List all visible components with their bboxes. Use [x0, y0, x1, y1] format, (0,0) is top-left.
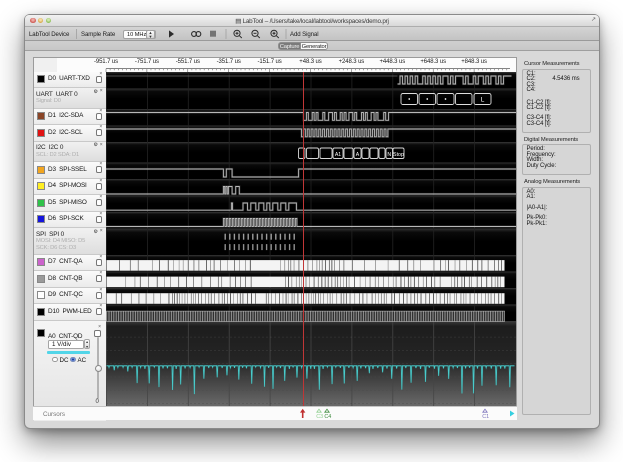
svg-text:L: L — [480, 96, 484, 103]
svg-text:C3: C3 — [316, 414, 323, 420]
svg-text:N: N — [387, 151, 391, 157]
svg-text:C4: C4 — [324, 414, 331, 420]
svg-text:C1: C1 — [482, 414, 489, 420]
svg-text:A1: A1 — [334, 151, 340, 157]
svg-text:A: A — [355, 151, 359, 157]
svg-text:Stop: Stop — [393, 151, 404, 157]
